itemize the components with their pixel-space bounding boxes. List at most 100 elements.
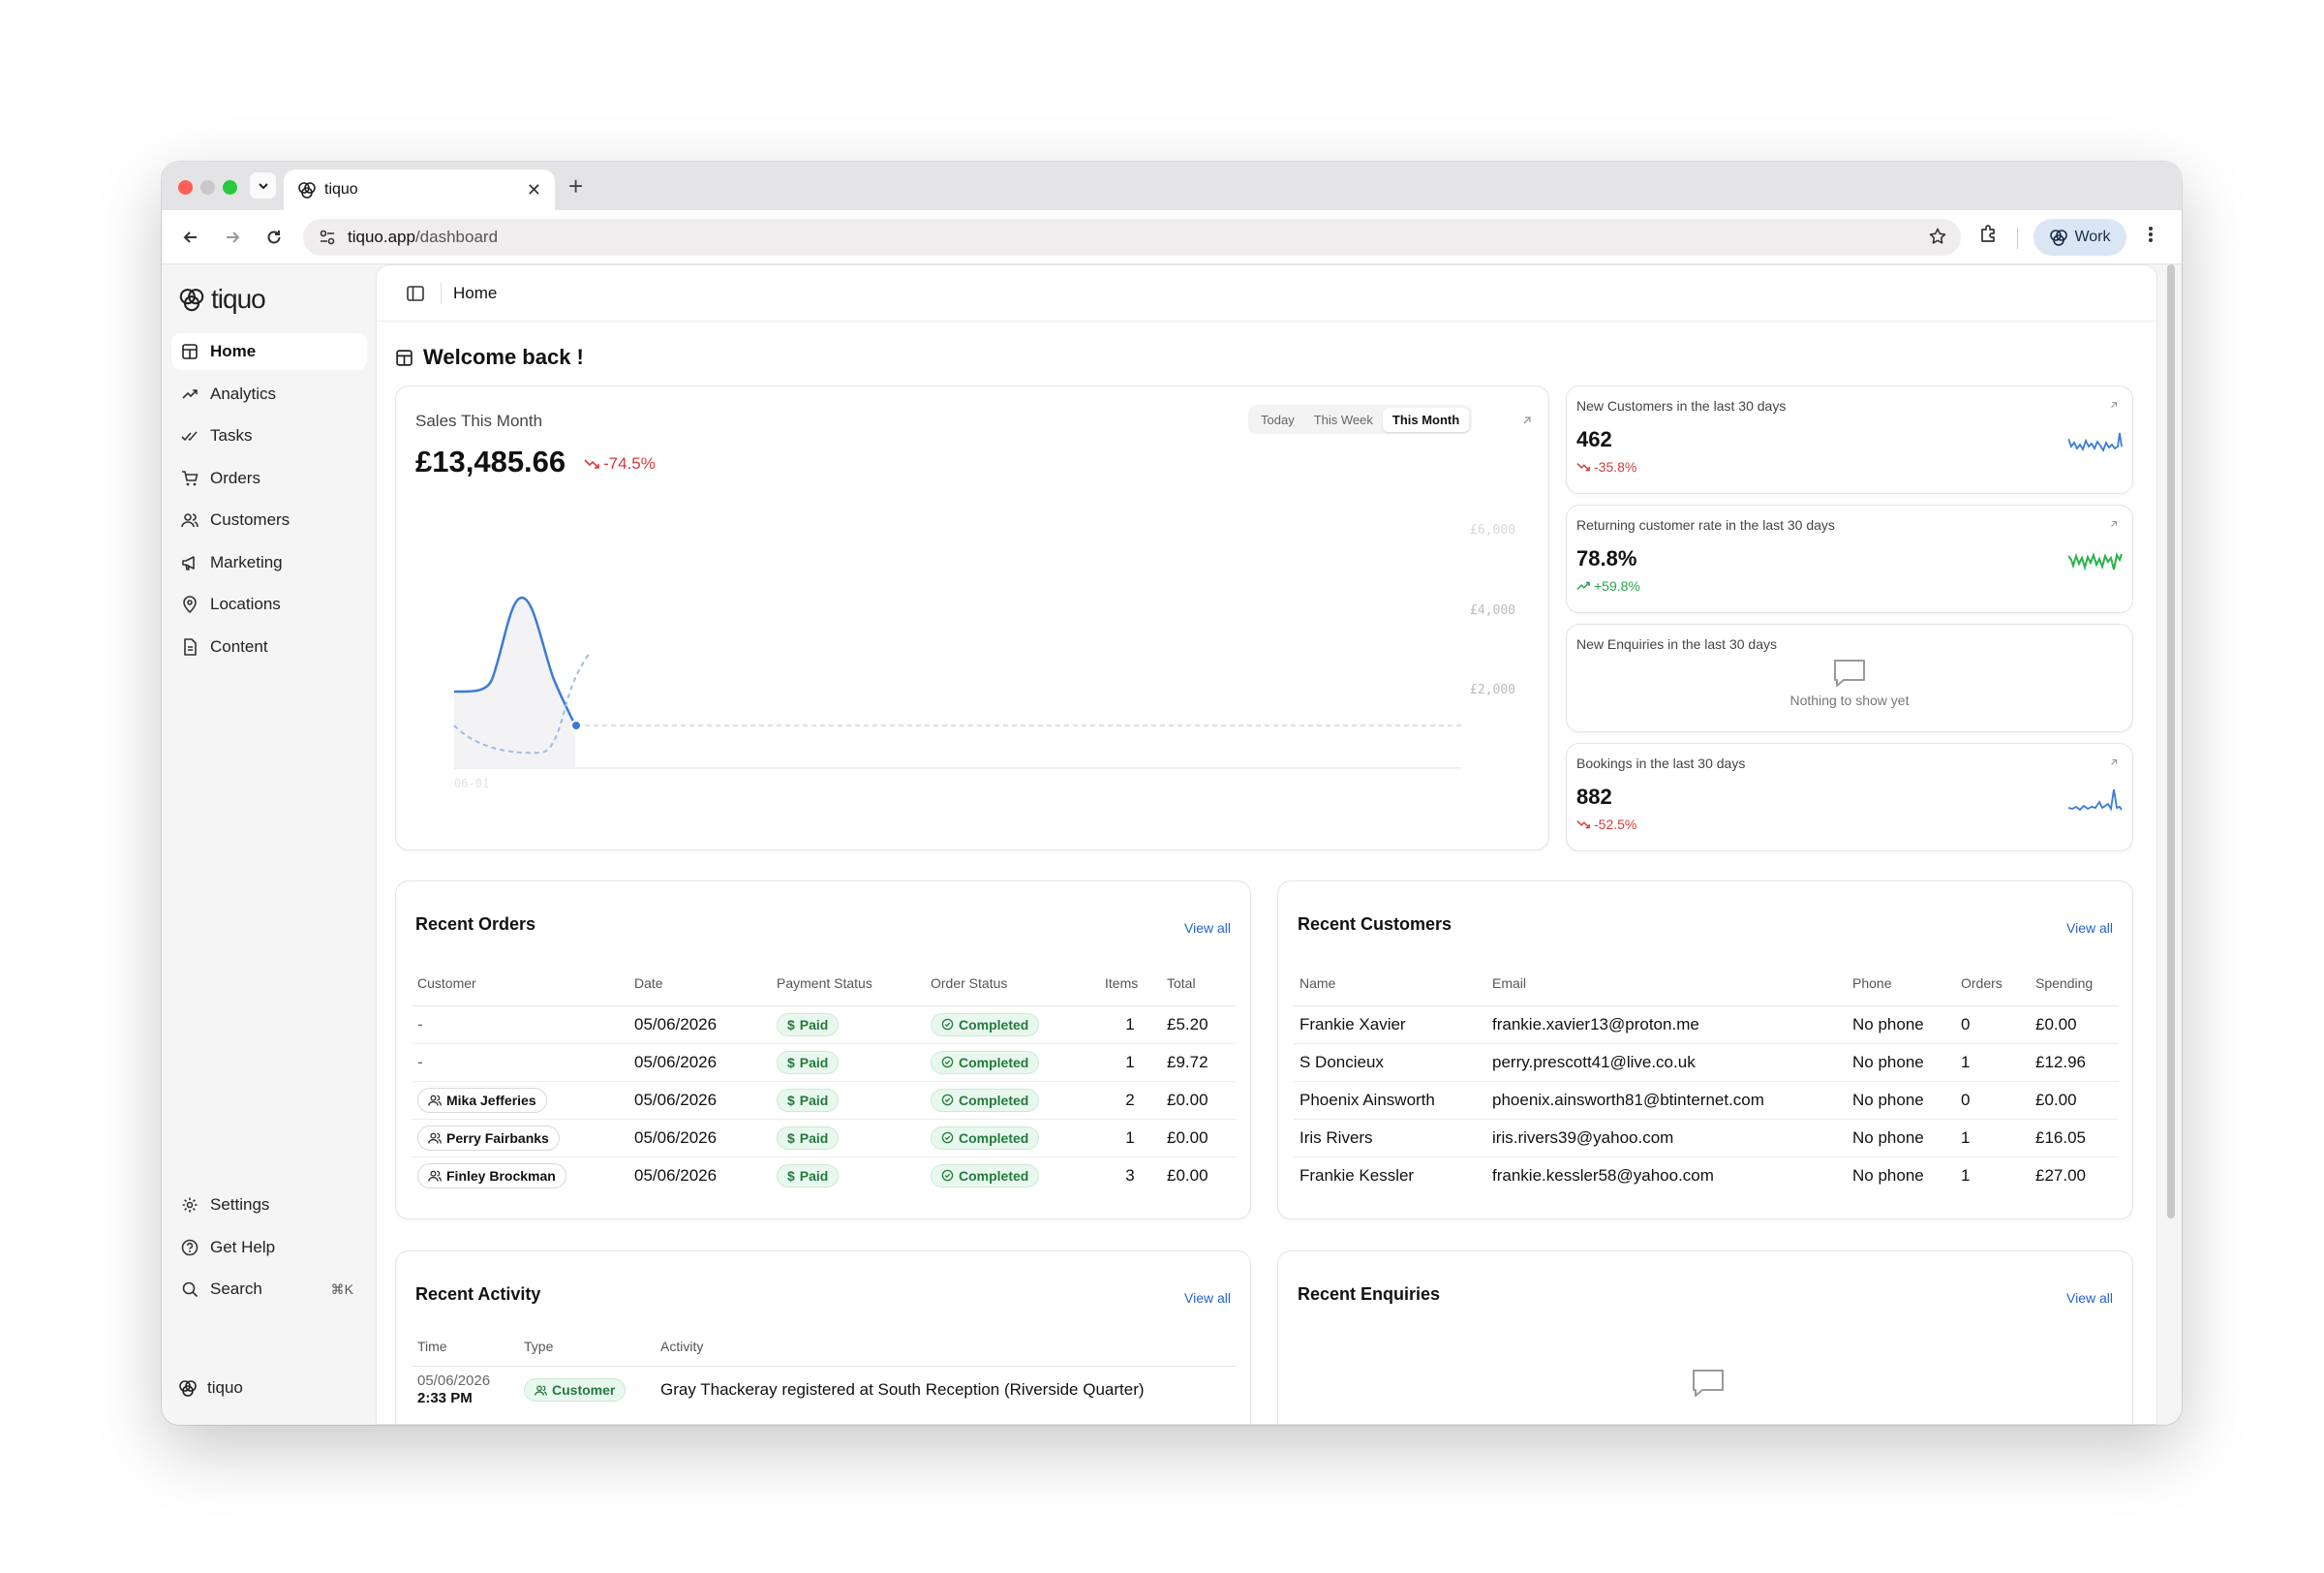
column-header[interactable]: Activity	[655, 1327, 1237, 1367]
column-header[interactable]: Date	[628, 961, 771, 1006]
profile-label: Work	[2074, 229, 2111, 245]
app-logo[interactable]: tiquo	[178, 284, 266, 315]
column-header[interactable]: Items	[1099, 961, 1161, 1006]
table-row[interactable]: Perry Fairbanks 05/06/2026 $ Paid Complet…	[412, 1119, 1237, 1157]
expand-arrow-icon[interactable]	[2109, 757, 2119, 767]
hover-point[interactable]	[570, 720, 582, 731]
status-cell: Completed	[925, 1157, 1099, 1194]
table-row[interactable]: Iris Rivers iris.rivers39@yahoo.com No p…	[1294, 1119, 2119, 1157]
sidebar-item-settings[interactable]: Settings	[171, 1187, 367, 1223]
phone-cell: No phone	[1852, 1165, 1924, 1185]
metric-value: 78.8%	[1576, 546, 1637, 571]
table-row[interactable]: Phoenix Ainsworth phoenix.ainsworth81@bt…	[1294, 1081, 2119, 1120]
extensions-icon[interactable]	[1978, 224, 2000, 250]
settings-label: Settings	[210, 1195, 270, 1214]
date-cell: 05/06/2026	[628, 1005, 771, 1044]
customer-chip[interactable]: Finley Brockman	[417, 1162, 566, 1188]
column-header[interactable]: Email	[1486, 961, 1847, 1006]
metric-card-bookings[interactable]: Bookings in the last 30 days 882 -52.5%	[1566, 743, 2133, 851]
recent-orders-card: Recent Orders View all Customer Date Pay…	[395, 880, 1251, 1219]
items-cell: 3	[1125, 1165, 1135, 1185]
page-header: Home	[377, 265, 2156, 322]
view-all-link[interactable]: View all	[1184, 920, 1231, 936]
column-header[interactable]: Payment Status	[771, 961, 925, 1006]
column-header[interactable]: Phone	[1847, 961, 1955, 1006]
table-row[interactable]: - 05/06/2026 $ Paid Completed 1 £9.72	[412, 1043, 1237, 1082]
sidebar-item-help[interactable]: Get Help	[171, 1229, 367, 1266]
browser-tab[interactable]: tiquo ✕	[284, 170, 555, 210]
date-cell: 05/06/2026	[634, 1165, 718, 1185]
table-row[interactable]: Frankie Xavier frankie.xavier13@proton.m…	[1294, 1005, 2119, 1044]
address-bar[interactable]: tiquo.app/dashboard	[303, 219, 1961, 256]
maximize-window-button[interactable]	[223, 180, 237, 195]
sidebar-item-home[interactable]: Home	[171, 333, 367, 370]
minimize-window-button[interactable]	[200, 180, 215, 195]
browser-menu-icon[interactable]	[2147, 224, 2155, 250]
tab-search-button[interactable]	[250, 172, 276, 199]
customer-cell: Perry Fairbanks	[412, 1119, 628, 1157]
table-row[interactable]: - 05/06/2026 $ Paid Completed 1 £5.20	[412, 1005, 1237, 1044]
column-header[interactable]: Spending	[2030, 961, 2119, 1006]
customer-chip[interactable]: Mika Jefferies	[417, 1087, 547, 1113]
arrow-right-icon	[227, 231, 240, 243]
profile-button[interactable]: Work	[2034, 219, 2126, 256]
forward-button[interactable]	[219, 224, 246, 251]
column-header[interactable]: Name	[1294, 961, 1486, 1006]
sidebar-item-analytics[interactable]: Analytics	[171, 376, 367, 413]
customer-chip[interactable]: Perry Fairbanks	[417, 1125, 560, 1151]
column-header[interactable]: Time	[412, 1327, 518, 1367]
sidebar-toggle-icon[interactable]	[406, 284, 425, 303]
column-header[interactable]: Customer	[412, 961, 628, 1006]
expand-arrow-icon[interactable]	[2109, 400, 2119, 410]
sidebar-item-marketing[interactable]: Marketing	[171, 544, 367, 581]
metric-card-returning-rate[interactable]: Returning customer rate in the last 30 d…	[1566, 505, 2133, 613]
dollar-icon: $	[787, 1167, 795, 1184]
close-window-button[interactable]	[178, 180, 193, 195]
view-all-link[interactable]: View all	[2066, 920, 2113, 936]
users-icon	[428, 1132, 442, 1144]
back-button[interactable]	[177, 224, 204, 251]
sidebar-item-search[interactable]: Search ⌘K	[171, 1271, 367, 1308]
breadcrumb[interactable]: Home	[453, 284, 497, 303]
reload-button[interactable]	[260, 224, 288, 251]
column-header[interactable]: Type	[518, 1327, 655, 1367]
column-header[interactable]: Orders	[1955, 961, 2030, 1006]
layout-icon	[396, 349, 413, 366]
name-cell: Phoenix Ainsworth	[1294, 1081, 1486, 1120]
expand-arrow-icon[interactable]	[2109, 519, 2119, 529]
page-scrollbar[interactable]	[2167, 264, 2175, 1218]
sidebar-item-orders[interactable]: Orders	[171, 460, 367, 497]
table-row[interactable]: 05/06/2026 2:33 PM Customer Gray Thackera…	[412, 1366, 1237, 1414]
check-double-icon	[181, 431, 198, 442]
sidebar-item-customers[interactable]: Customers	[171, 502, 367, 539]
view-all-link[interactable]: View all	[2066, 1290, 2113, 1306]
sidebar-item-tasks[interactable]: Tasks	[171, 417, 367, 454]
metric-card-new-enquiries[interactable]: New Enquiries in the last 30 days Nothin…	[1566, 624, 2133, 732]
view-all-link[interactable]: View all	[1184, 1290, 1231, 1306]
status-cell: Completed	[925, 1081, 1099, 1120]
table-row[interactable]: Mika Jefferies 05/06/2026 $ Paid Complete…	[412, 1081, 1237, 1120]
site-info-icon[interactable]	[319, 229, 336, 246]
table-row[interactable]: Frankie Kessler frankie.kessler58@yahoo.…	[1294, 1157, 2119, 1194]
org-switcher[interactable]: tiquo	[178, 1378, 243, 1398]
sidebar-item-label: Customers	[210, 510, 290, 529]
time-cell: 05/06/2026 2:33 PM	[412, 1366, 518, 1414]
phone-cell: No phone	[1847, 1043, 1955, 1082]
sidebar-item-locations[interactable]: Locations	[171, 586, 367, 623]
spending-cell: £0.00	[2030, 1081, 2119, 1120]
type-cell: Customer	[518, 1366, 655, 1414]
payment-cell: $ Paid	[771, 1119, 925, 1157]
bookmark-star-icon[interactable]	[1928, 227, 1947, 251]
customer-cell: Mika Jefferies	[412, 1081, 628, 1120]
sidebar-item-label: Tasks	[210, 426, 253, 445]
column-header[interactable]: Order Status	[925, 961, 1099, 1006]
table-row[interactable]: S Doncieux perry.prescott41@live.co.uk N…	[1294, 1043, 2119, 1082]
close-tab-icon[interactable]: ✕	[527, 180, 541, 200]
new-tab-button[interactable]: +	[568, 173, 583, 199]
sidebar-item-content[interactable]: Content	[171, 629, 367, 665]
table-row[interactable]: Finley Brockman 05/06/2026 $ Paid Complet…	[412, 1157, 1237, 1194]
metric-card-new-customers[interactable]: New Customers in the last 30 days 462 -3…	[1566, 386, 2133, 494]
column-header[interactable]: Total	[1161, 961, 1237, 1006]
date-cell: 05/06/2026	[628, 1119, 771, 1157]
badge-label: Completed	[959, 1129, 1029, 1146]
